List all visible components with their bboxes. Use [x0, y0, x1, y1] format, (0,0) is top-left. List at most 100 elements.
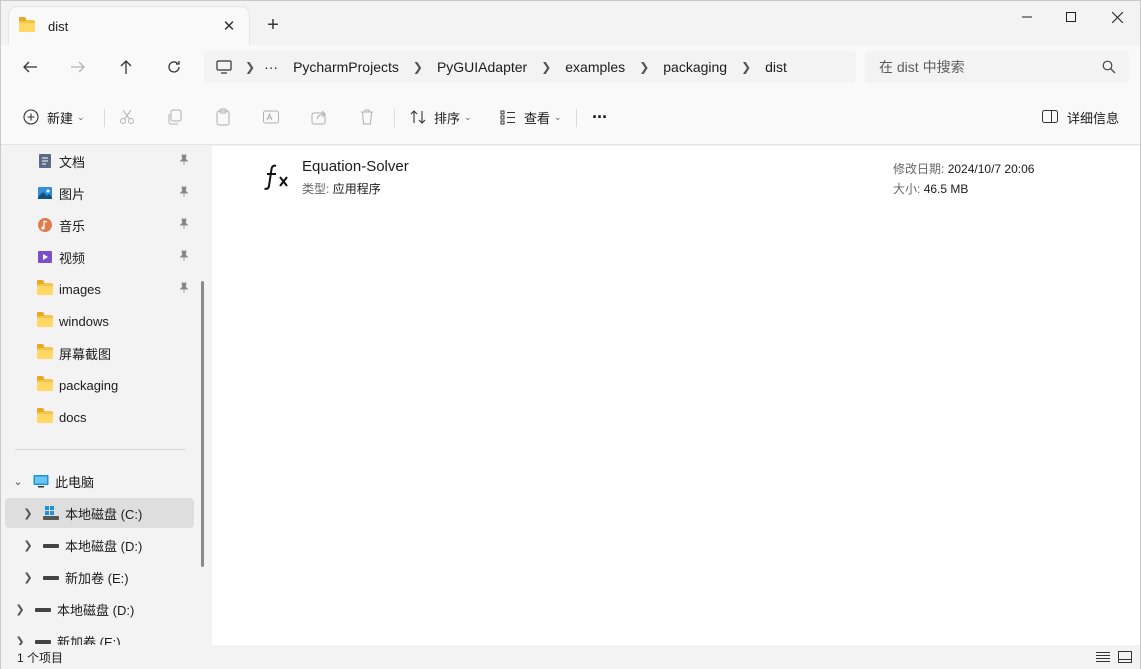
sidebar-item-label: 视频 — [59, 250, 86, 266]
windows-drive-icon — [43, 505, 59, 521]
sidebar-item-label: 本地磁盘 (C:) — [65, 506, 143, 522]
chevron-down-icon: ⌄ — [77, 111, 85, 122]
refresh-icon — [168, 61, 180, 73]
pin-icon[interactable] — [178, 218, 190, 230]
chevron-right-icon[interactable]: ❯ — [639, 60, 649, 74]
file-size-key: 大小: — [893, 182, 921, 196]
drive-icon — [35, 601, 51, 617]
breadcrumb-examples[interactable]: examples — [565, 59, 625, 75]
pin-icon[interactable] — [178, 186, 190, 198]
sidebar-item-images[interactable]: images — [5, 274, 194, 304]
chevron-right-icon[interactable]: ❯ — [21, 507, 35, 520]
search-icon[interactable] — [1102, 60, 1116, 74]
view-list-icon — [500, 109, 516, 125]
chevron-right-icon[interactable]: ❯ — [741, 60, 751, 74]
pin-icon[interactable] — [178, 250, 190, 262]
sidebar-item-videos[interactable]: 视频 — [5, 242, 194, 272]
sidebar-item-this-pc[interactable]: ⌄ 此电脑 — [5, 466, 194, 496]
file-item-equation-solver[interactable]: Equation-Solver 类型: 应用程序 修改日期: 2024/10/7… — [262, 156, 1034, 196]
share-icon — [311, 110, 326, 125]
documents-icon — [37, 153, 53, 169]
minimize-icon — [1022, 16, 1032, 18]
computer-icon[interactable] — [216, 59, 232, 75]
new-tab-button[interactable]: + — [263, 15, 283, 35]
sidebar-item-drive-d-root[interactable]: ❯ 本地磁盘 (D:) — [5, 594, 194, 624]
chevron-right-icon[interactable]: ❯ — [413, 60, 423, 74]
tiles-view-button[interactable] — [1116, 648, 1134, 666]
details-pane-icon — [1042, 110, 1059, 124]
chevron-right-icon[interactable]: ❯ — [21, 571, 35, 584]
sidebar-item-drive-e[interactable]: ❯ 新加卷 (E:) — [5, 562, 194, 592]
sidebar-item-pictures[interactable]: 图片 — [5, 178, 194, 208]
sidebar-item-windows[interactable]: windows — [5, 306, 194, 336]
breadcrumb-dist[interactable]: dist — [765, 59, 787, 75]
breadcrumb-packaging[interactable]: packaging — [663, 59, 727, 75]
sidebar-item-docs[interactable]: docs — [5, 402, 194, 432]
sidebar-divider — [15, 449, 186, 450]
sidebar-item-label: docs — [59, 409, 87, 425]
close-icon — [1111, 11, 1123, 23]
view-button-label: 查看 — [524, 110, 551, 126]
cut-button[interactable] — [115, 105, 139, 129]
pin-icon[interactable] — [178, 154, 190, 166]
file-explorer-window: dist ✕ + ❯ ··· PycharmProjects ❯ PyGUIAd… — [0, 0, 1141, 669]
chevron-right-icon[interactable]: ❯ — [245, 60, 255, 74]
sidebar-item-packaging[interactable]: packaging — [5, 370, 194, 400]
plus-circle-icon — [23, 109, 39, 125]
view-button[interactable]: 查看 ⌄ — [500, 103, 562, 131]
file-modified-value: 2024/10/7 20:06 — [947, 162, 1035, 176]
videos-icon — [37, 249, 53, 265]
sidebar-item-drive-d[interactable]: ❯ 本地磁盘 (D:) — [5, 530, 194, 560]
chevron-right-icon[interactable]: ❯ — [21, 539, 35, 552]
close-window-button[interactable] — [1094, 1, 1140, 33]
new-button[interactable]: 新建 ⌄ — [23, 103, 85, 131]
music-icon — [37, 217, 53, 233]
minimize-button[interactable] — [1004, 1, 1050, 33]
status-bar: 1 个项目 — [1, 645, 1140, 669]
sidebar-item-drive-c[interactable]: ❯ 本地磁盘 (C:) — [5, 498, 194, 528]
sidebar-item-label: 新加卷 (E:) — [65, 570, 129, 586]
sort-button[interactable]: 排序 ⌄ — [410, 103, 472, 131]
cut-icon — [120, 109, 134, 124]
details-view-button[interactable] — [1094, 648, 1112, 666]
paste-button[interactable] — [211, 105, 235, 129]
pin-icon[interactable] — [178, 282, 190, 294]
tab-title: dist — [48, 18, 69, 34]
sidebar-item-label: 此电脑 — [55, 474, 95, 490]
search-input[interactable] — [865, 51, 1129, 83]
breadcrumb-pycharmprojects[interactable]: PycharmProjects — [293, 59, 399, 75]
tab-dist[interactable]: dist ✕ — [9, 7, 249, 45]
more-options-button[interactable]: ··· — [592, 103, 608, 131]
file-name: Equation-Solver — [302, 158, 409, 175]
folder-icon — [37, 408, 53, 425]
maximize-button[interactable] — [1048, 1, 1094, 33]
sidebar-item-drive-e-root[interactable]: ❯ 新加卷 (E:) — [5, 626, 194, 646]
chevron-right-icon[interactable]: ❯ — [541, 60, 551, 74]
delete-button[interactable] — [355, 105, 379, 129]
folder-icon — [37, 280, 53, 297]
breadcrumb-overflow[interactable]: ··· — [264, 59, 278, 75]
breadcrumb-pyguiadapter[interactable]: PyGUIAdapter — [437, 59, 527, 75]
address-bar[interactable]: ❯ ··· PycharmProjects ❯ PyGUIAdapter ❯ e… — [204, 51, 856, 83]
back-button[interactable] — [16, 53, 44, 81]
file-type-value: 应用程序 — [332, 182, 381, 196]
chevron-right-icon[interactable]: ❯ — [13, 635, 27, 646]
sidebar-scrollbar[interactable] — [201, 281, 204, 567]
details-pane-button[interactable]: 详细信息 — [1042, 103, 1119, 131]
chevron-down-icon[interactable]: ⌄ — [11, 475, 25, 488]
tab-close-icon[interactable]: ✕ — [219, 16, 239, 36]
chevron-right-icon[interactable]: ❯ — [13, 603, 27, 616]
refresh-button[interactable] — [160, 53, 188, 81]
up-button[interactable] — [112, 53, 140, 81]
sidebar-item-music[interactable]: 音乐 — [5, 210, 194, 240]
forward-button[interactable] — [64, 53, 92, 81]
sidebar-item-label: 屏幕截图 — [59, 346, 112, 362]
details-pane-label: 详细信息 — [1067, 110, 1120, 126]
sidebar-item-screenshots[interactable]: 屏幕截图 — [5, 338, 194, 368]
computer-icon — [33, 473, 49, 489]
copy-button[interactable] — [163, 105, 187, 129]
sidebar-item-label: 本地磁盘 (D:) — [65, 538, 143, 554]
share-button[interactable] — [307, 105, 331, 129]
rename-button[interactable] — [259, 105, 283, 129]
sidebar-item-documents[interactable]: 文档 — [5, 146, 194, 176]
